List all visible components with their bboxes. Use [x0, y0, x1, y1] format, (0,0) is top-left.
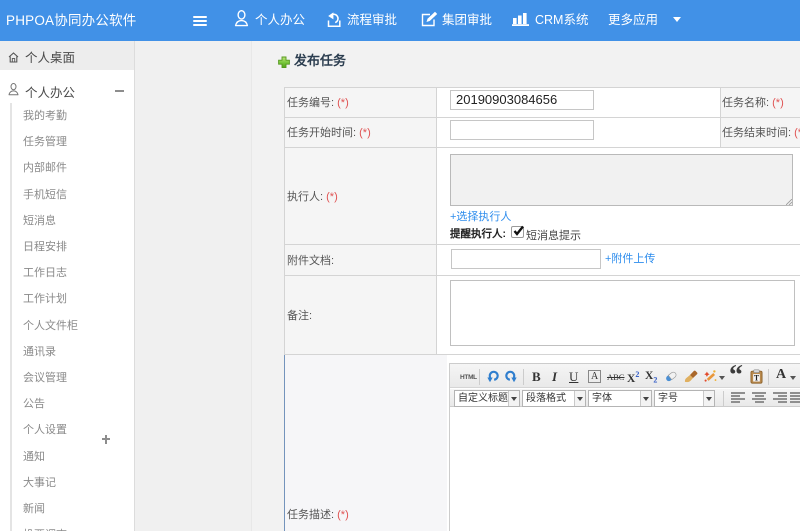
svg-text:T: T: [754, 373, 760, 382]
